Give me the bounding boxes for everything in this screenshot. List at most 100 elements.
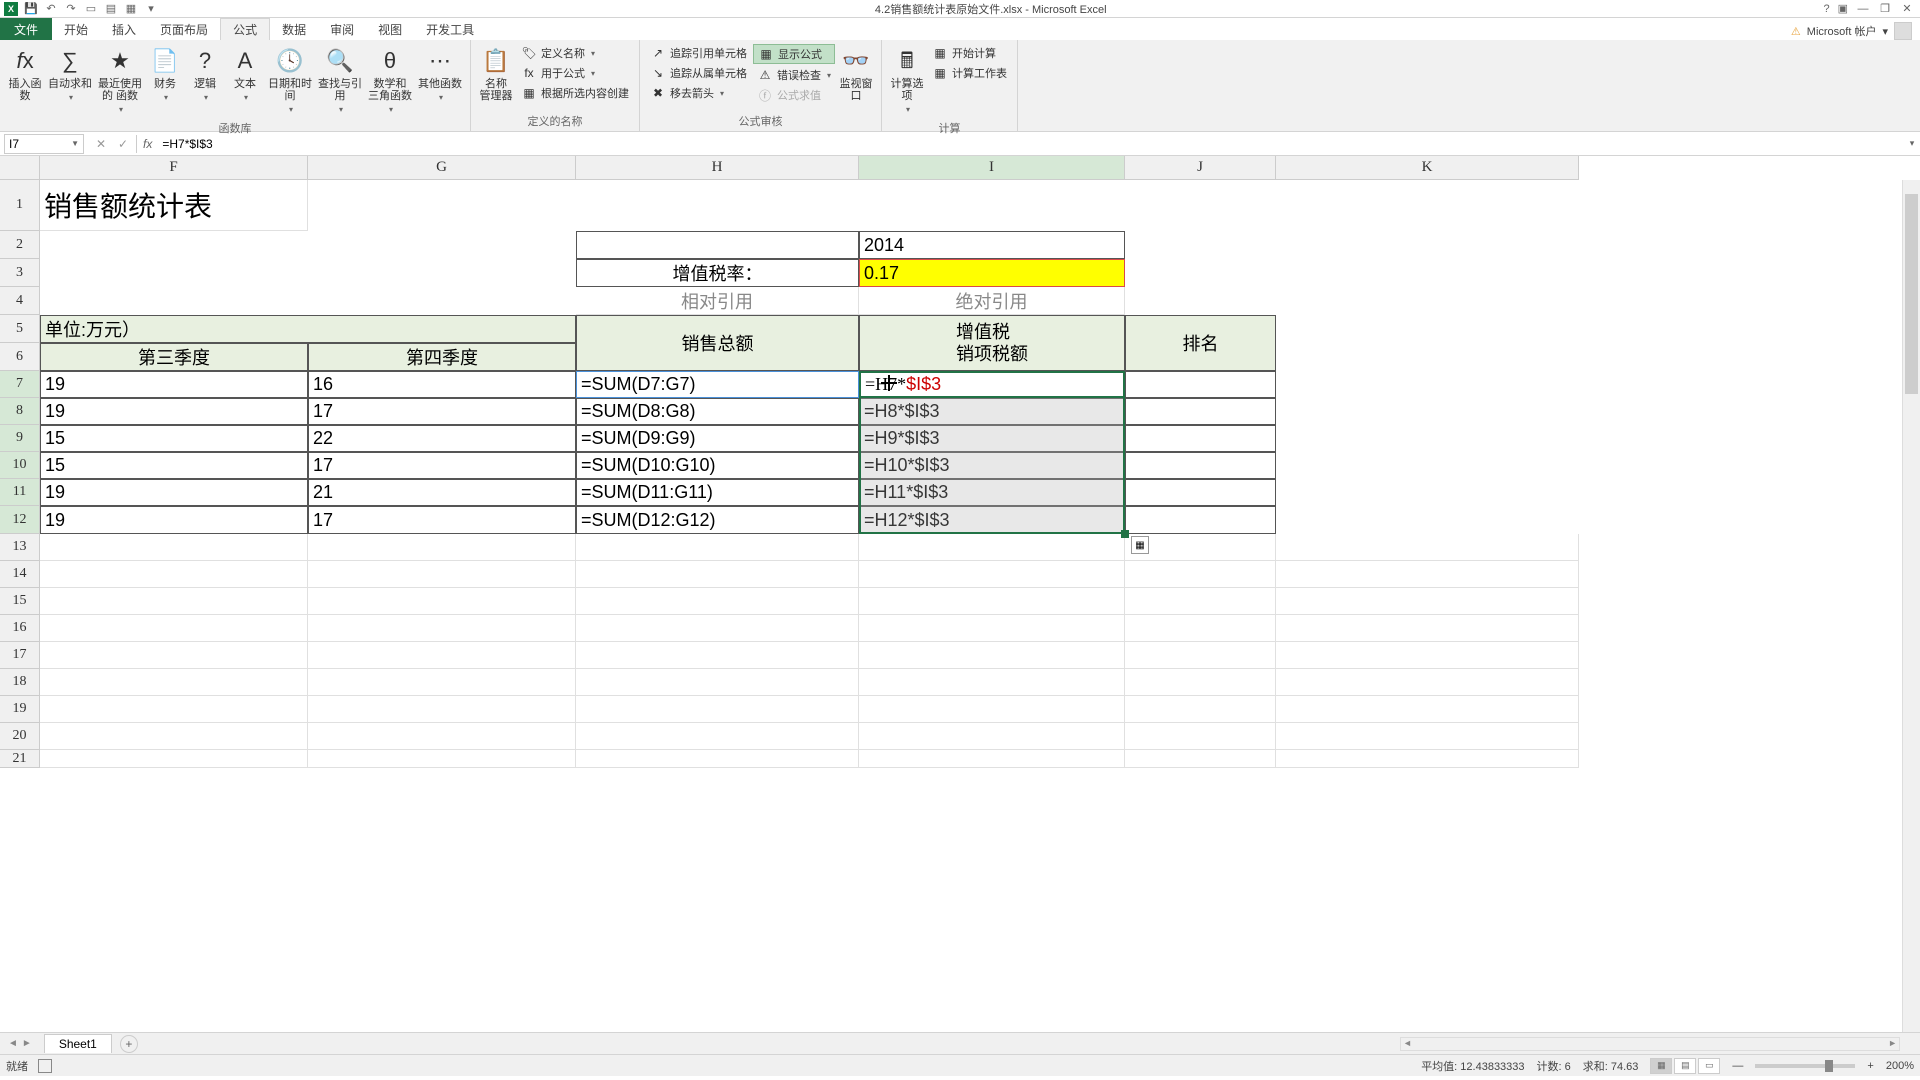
calculate-sheet-button[interactable]: ▦计算工作表: [928, 64, 1011, 82]
column-header-H[interactable]: H: [576, 156, 859, 180]
cell-H11[interactable]: =SUM(D11:G11): [576, 479, 859, 506]
cell-H17[interactable]: [576, 642, 859, 669]
cell-I10[interactable]: =H10*$I$3: [859, 452, 1125, 479]
cell-F15[interactable]: [40, 588, 308, 615]
cell-G11[interactable]: 21: [308, 479, 576, 506]
row-header-3[interactable]: 3: [0, 259, 40, 287]
zoom-level[interactable]: 200%: [1886, 1060, 1914, 1072]
view-normal-icon[interactable]: ▦: [1650, 1058, 1672, 1074]
tab-review[interactable]: 审阅: [318, 18, 366, 40]
sheet-tab[interactable]: Sheet1: [44, 1034, 112, 1053]
evaluate-formula-button[interactable]: ⓕ公式求值: [753, 86, 835, 104]
account-label[interactable]: Microsoft 帐户: [1807, 23, 1877, 39]
cell-H10[interactable]: =SUM(D10:G10): [576, 452, 859, 479]
cell-H13[interactable]: [576, 534, 859, 561]
tab-layout[interactable]: 页面布局: [148, 18, 220, 40]
remove-arrows-button[interactable]: ✖移去箭头▾: [646, 84, 751, 102]
cell-J11[interactable]: [1125, 479, 1276, 506]
logical-button[interactable]: ?逻辑▾: [186, 44, 224, 118]
cell-J14[interactable]: [1125, 561, 1276, 588]
row-header-21[interactable]: 21: [0, 750, 40, 768]
insert-function-button[interactable]: fx插入函数: [6, 44, 44, 118]
cell-H2[interactable]: [576, 231, 859, 259]
show-formulas-button[interactable]: ▦显示公式: [753, 44, 835, 64]
tab-formulas[interactable]: 公式: [220, 18, 270, 40]
cell-H14[interactable]: [576, 561, 859, 588]
cell-G20[interactable]: [308, 723, 576, 750]
tab-file[interactable]: 文件: [0, 18, 52, 40]
cell-F16[interactable]: [40, 615, 308, 642]
cell-G7[interactable]: 16: [308, 371, 576, 398]
cell-G10[interactable]: 17: [308, 452, 576, 479]
row-header-5[interactable]: 5: [0, 315, 40, 343]
name-box[interactable]: I7 ▼: [4, 134, 84, 154]
row-header-20[interactable]: 20: [0, 723, 40, 750]
cell-I14[interactable]: [859, 561, 1125, 588]
ribbon-display-icon[interactable]: ▣: [1838, 2, 1848, 15]
cell-H12[interactable]: =SUM(D12:G12): [576, 506, 859, 534]
cell-F20[interactable]: [40, 723, 308, 750]
cancel-icon[interactable]: ✕: [92, 135, 110, 153]
scroll-thumb[interactable]: [1905, 194, 1918, 394]
cell-F6[interactable]: 第三季度: [40, 343, 308, 371]
cell-G9[interactable]: 22: [308, 425, 576, 452]
formula-bar-expand-icon[interactable]: ▾: [1904, 138, 1920, 149]
row-header-9[interactable]: 9: [0, 425, 40, 452]
cell-J8[interactable]: [1125, 398, 1276, 425]
undo-icon[interactable]: ↶: [44, 2, 58, 16]
cell-I12[interactable]: =H12*$I$3: [859, 506, 1125, 534]
cell-J17[interactable]: [1125, 642, 1276, 669]
cell-F14[interactable]: [40, 561, 308, 588]
row-header-15[interactable]: 15: [0, 588, 40, 615]
formula-input[interactable]: =H7*$I$3: [158, 137, 1904, 151]
cell-G16[interactable]: [308, 615, 576, 642]
cell-J15[interactable]: [1125, 588, 1276, 615]
cell-I9[interactable]: =H9*$I$3: [859, 425, 1125, 452]
cell-J19[interactable]: [1125, 696, 1276, 723]
cell-K16[interactable]: [1276, 615, 1579, 642]
error-checking-button[interactable]: ⚠错误检查▾: [753, 66, 835, 84]
name-manager-button[interactable]: 📋名称 管理器: [477, 44, 515, 104]
cell-I3[interactable]: 0.17: [859, 259, 1125, 287]
cell-I5[interactable]: 增值税销项税额: [859, 315, 1125, 371]
cell-K20[interactable]: [1276, 723, 1579, 750]
datetime-button[interactable]: 🕓日期和时间▾: [266, 44, 314, 118]
save-icon[interactable]: 💾: [24, 2, 38, 16]
cell-F8[interactable]: 19: [40, 398, 308, 425]
cell-I13[interactable]: [859, 534, 1125, 561]
math-button[interactable]: θ数学和 三角函数▾: [366, 44, 414, 118]
autofill-options-icon[interactable]: ▦: [1131, 536, 1149, 554]
cell-F19[interactable]: [40, 696, 308, 723]
tab-developer[interactable]: 开发工具: [414, 18, 486, 40]
row-header-13[interactable]: 13: [0, 534, 40, 561]
cell-F7[interactable]: 19: [40, 371, 308, 398]
cell-K13[interactable]: [1276, 534, 1579, 561]
new-sheet-button[interactable]: +: [120, 1035, 138, 1053]
more-functions-button[interactable]: ⋯其他函数▾: [416, 44, 464, 118]
help-icon[interactable]: ?: [1823, 3, 1829, 15]
row-header-14[interactable]: 14: [0, 561, 40, 588]
cell-I4[interactable]: 绝对引用: [859, 287, 1125, 315]
cell-I19[interactable]: [859, 696, 1125, 723]
tab-insert[interactable]: 插入: [100, 18, 148, 40]
column-header-F[interactable]: F: [40, 156, 308, 180]
row-header-1[interactable]: 1: [0, 180, 40, 231]
view-page-layout-icon[interactable]: ▤: [1674, 1058, 1696, 1074]
cell-F18[interactable]: [40, 669, 308, 696]
row-header-10[interactable]: 10: [0, 452, 40, 479]
cell-G14[interactable]: [308, 561, 576, 588]
cell-F17[interactable]: [40, 642, 308, 669]
zoom-slider[interactable]: [1755, 1064, 1855, 1068]
cell-H8[interactable]: =SUM(D8:G8): [576, 398, 859, 425]
cell-I7[interactable]: =H7*$I$3: [859, 371, 1125, 398]
cell-J9[interactable]: [1125, 425, 1276, 452]
column-header-J[interactable]: J: [1125, 156, 1276, 180]
cell-J18[interactable]: [1125, 669, 1276, 696]
cell-J10[interactable]: [1125, 452, 1276, 479]
qat-btn[interactable]: ▭: [84, 2, 98, 16]
use-in-formula-button[interactable]: fx用于公式▾: [517, 64, 633, 82]
text-button[interactable]: A文本▾: [226, 44, 264, 118]
cell-I21[interactable]: [859, 750, 1125, 768]
cell-J5[interactable]: 排名: [1125, 315, 1276, 371]
row-header-12[interactable]: 12: [0, 506, 40, 534]
